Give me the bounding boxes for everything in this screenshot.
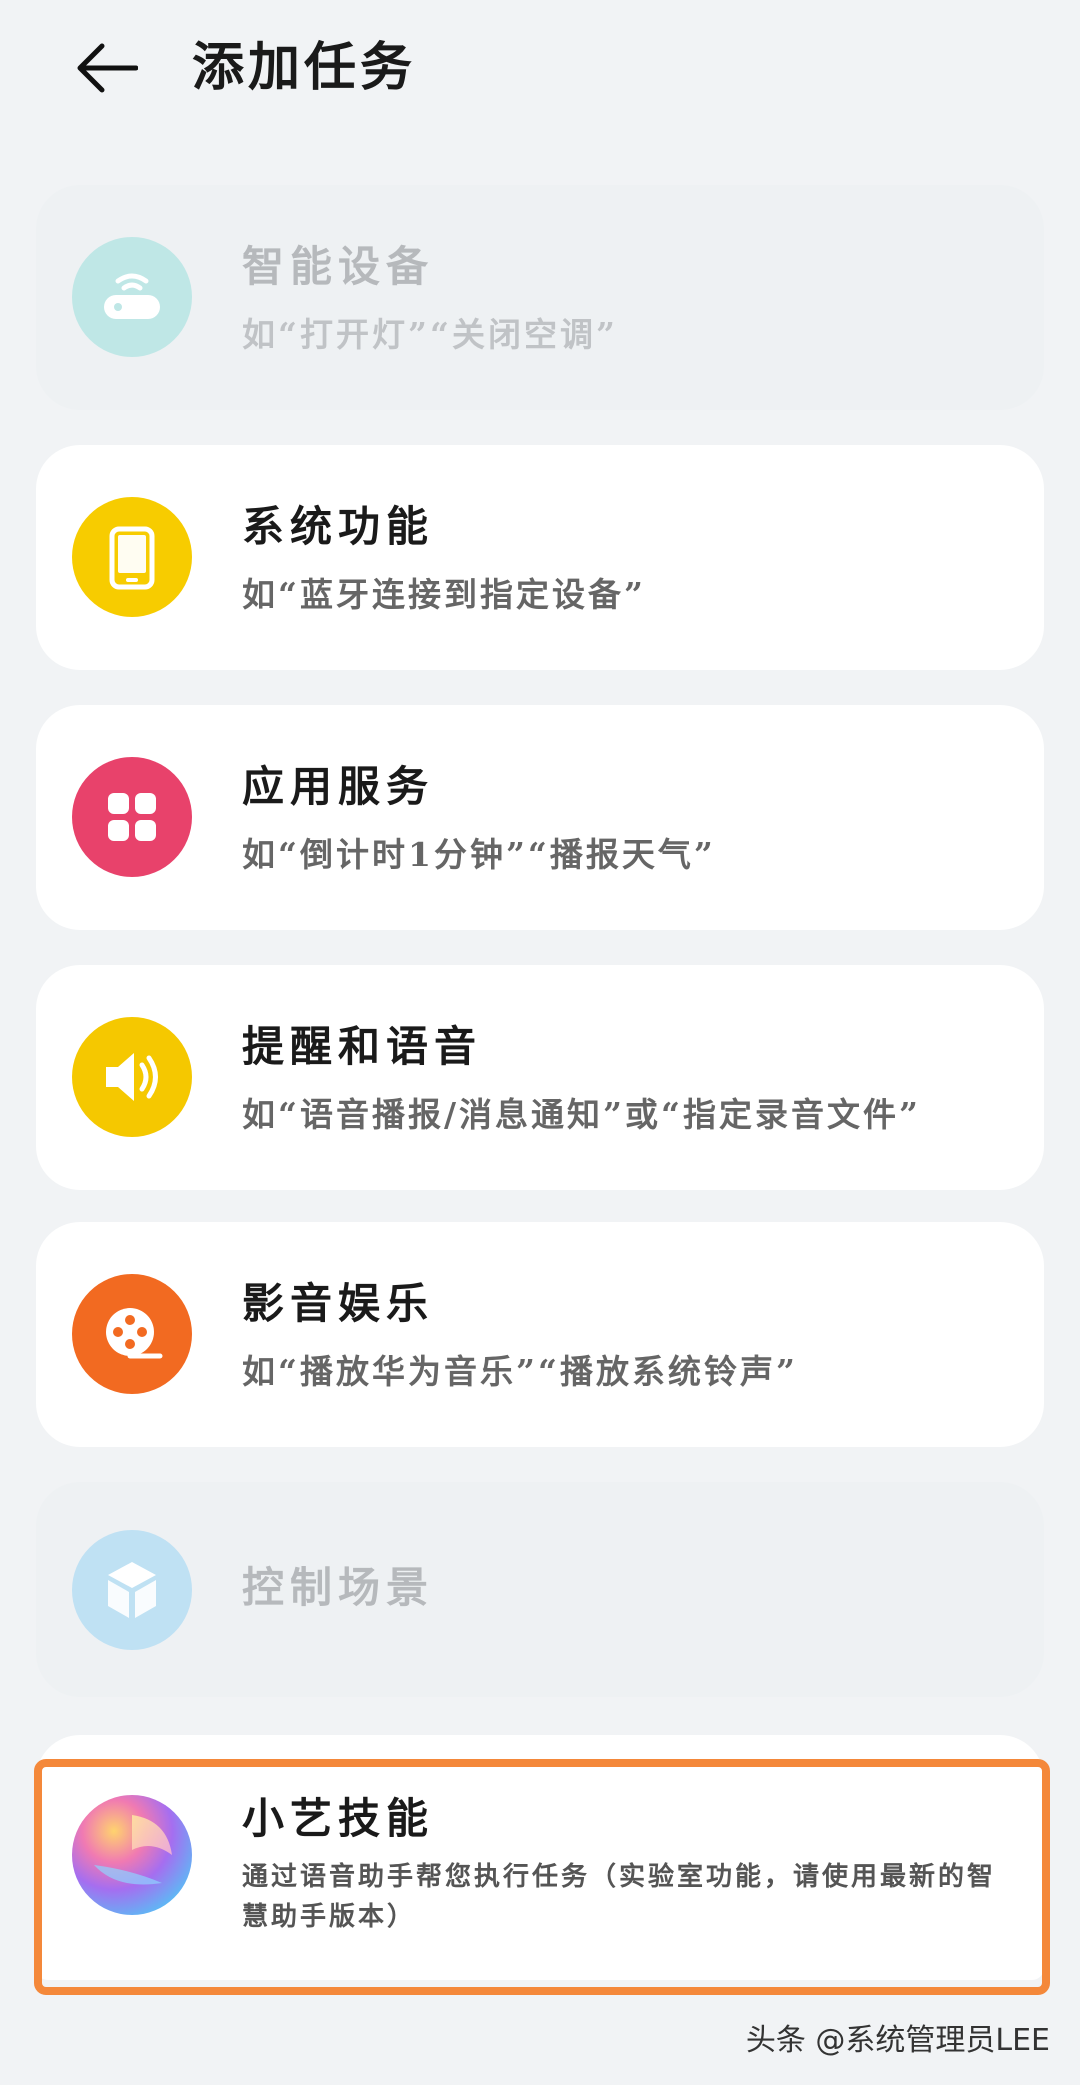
- header: 添加任务: [0, 0, 1080, 140]
- task-item-reminder-voice[interactable]: 提醒和语音 如“语音播报/消息通知”或“指定录音文件”: [36, 965, 1044, 1190]
- task-item-system-function[interactable]: 系统功能 如“蓝牙连接到指定设备”: [36, 445, 1044, 670]
- task-item-media-entertainment[interactable]: 影音娱乐 如“播放华为音乐”“播放系统铃声”: [36, 1222, 1044, 1447]
- task-item-subtitle: 如“倒计时1分钟”“播报天气”: [242, 835, 716, 874]
- task-item-title: 提醒和语音: [242, 1022, 483, 1071]
- watermark: 头条 @系统管理员LEE: [745, 2023, 1050, 2058]
- task-item-title: 应用服务: [242, 762, 435, 811]
- task-item-title: 控制场景: [242, 1563, 435, 1612]
- task-item-subtitle: 如“打开灯”“关闭空调”: [242, 315, 618, 354]
- task-item-title: 智能设备: [242, 242, 435, 291]
- task-item-subtitle: 如“语音播报/消息通知”或“指定录音文件”: [242, 1095, 921, 1134]
- task-item-subtitle: 如“蓝牙连接到指定设备”: [242, 575, 646, 614]
- task-item-control-scene: 控制场景: [36, 1482, 1044, 1697]
- phone-icon: [72, 497, 192, 617]
- task-item-smart-device: 智能设备 如“打开灯”“关闭空调”: [36, 185, 1044, 410]
- task-item-title: 影音娱乐: [242, 1279, 435, 1328]
- wifi-router-icon: [72, 237, 192, 357]
- page-title: 添加任务: [192, 37, 417, 98]
- task-item-subtitle: 如“播放华为音乐”“播放系统铃声”: [242, 1352, 798, 1391]
- speaker-icon: [72, 1017, 192, 1137]
- task-item-app-service[interactable]: 应用服务 如“倒计时1分钟”“播报天气”: [36, 705, 1044, 930]
- apps-grid-icon: [72, 757, 192, 877]
- back-arrow-icon[interactable]: [74, 40, 138, 96]
- task-item-title: 系统功能: [242, 502, 435, 551]
- film-reel-icon: [72, 1274, 192, 1394]
- highlight-frame: [34, 1759, 1050, 1995]
- cube-icon: [72, 1530, 192, 1650]
